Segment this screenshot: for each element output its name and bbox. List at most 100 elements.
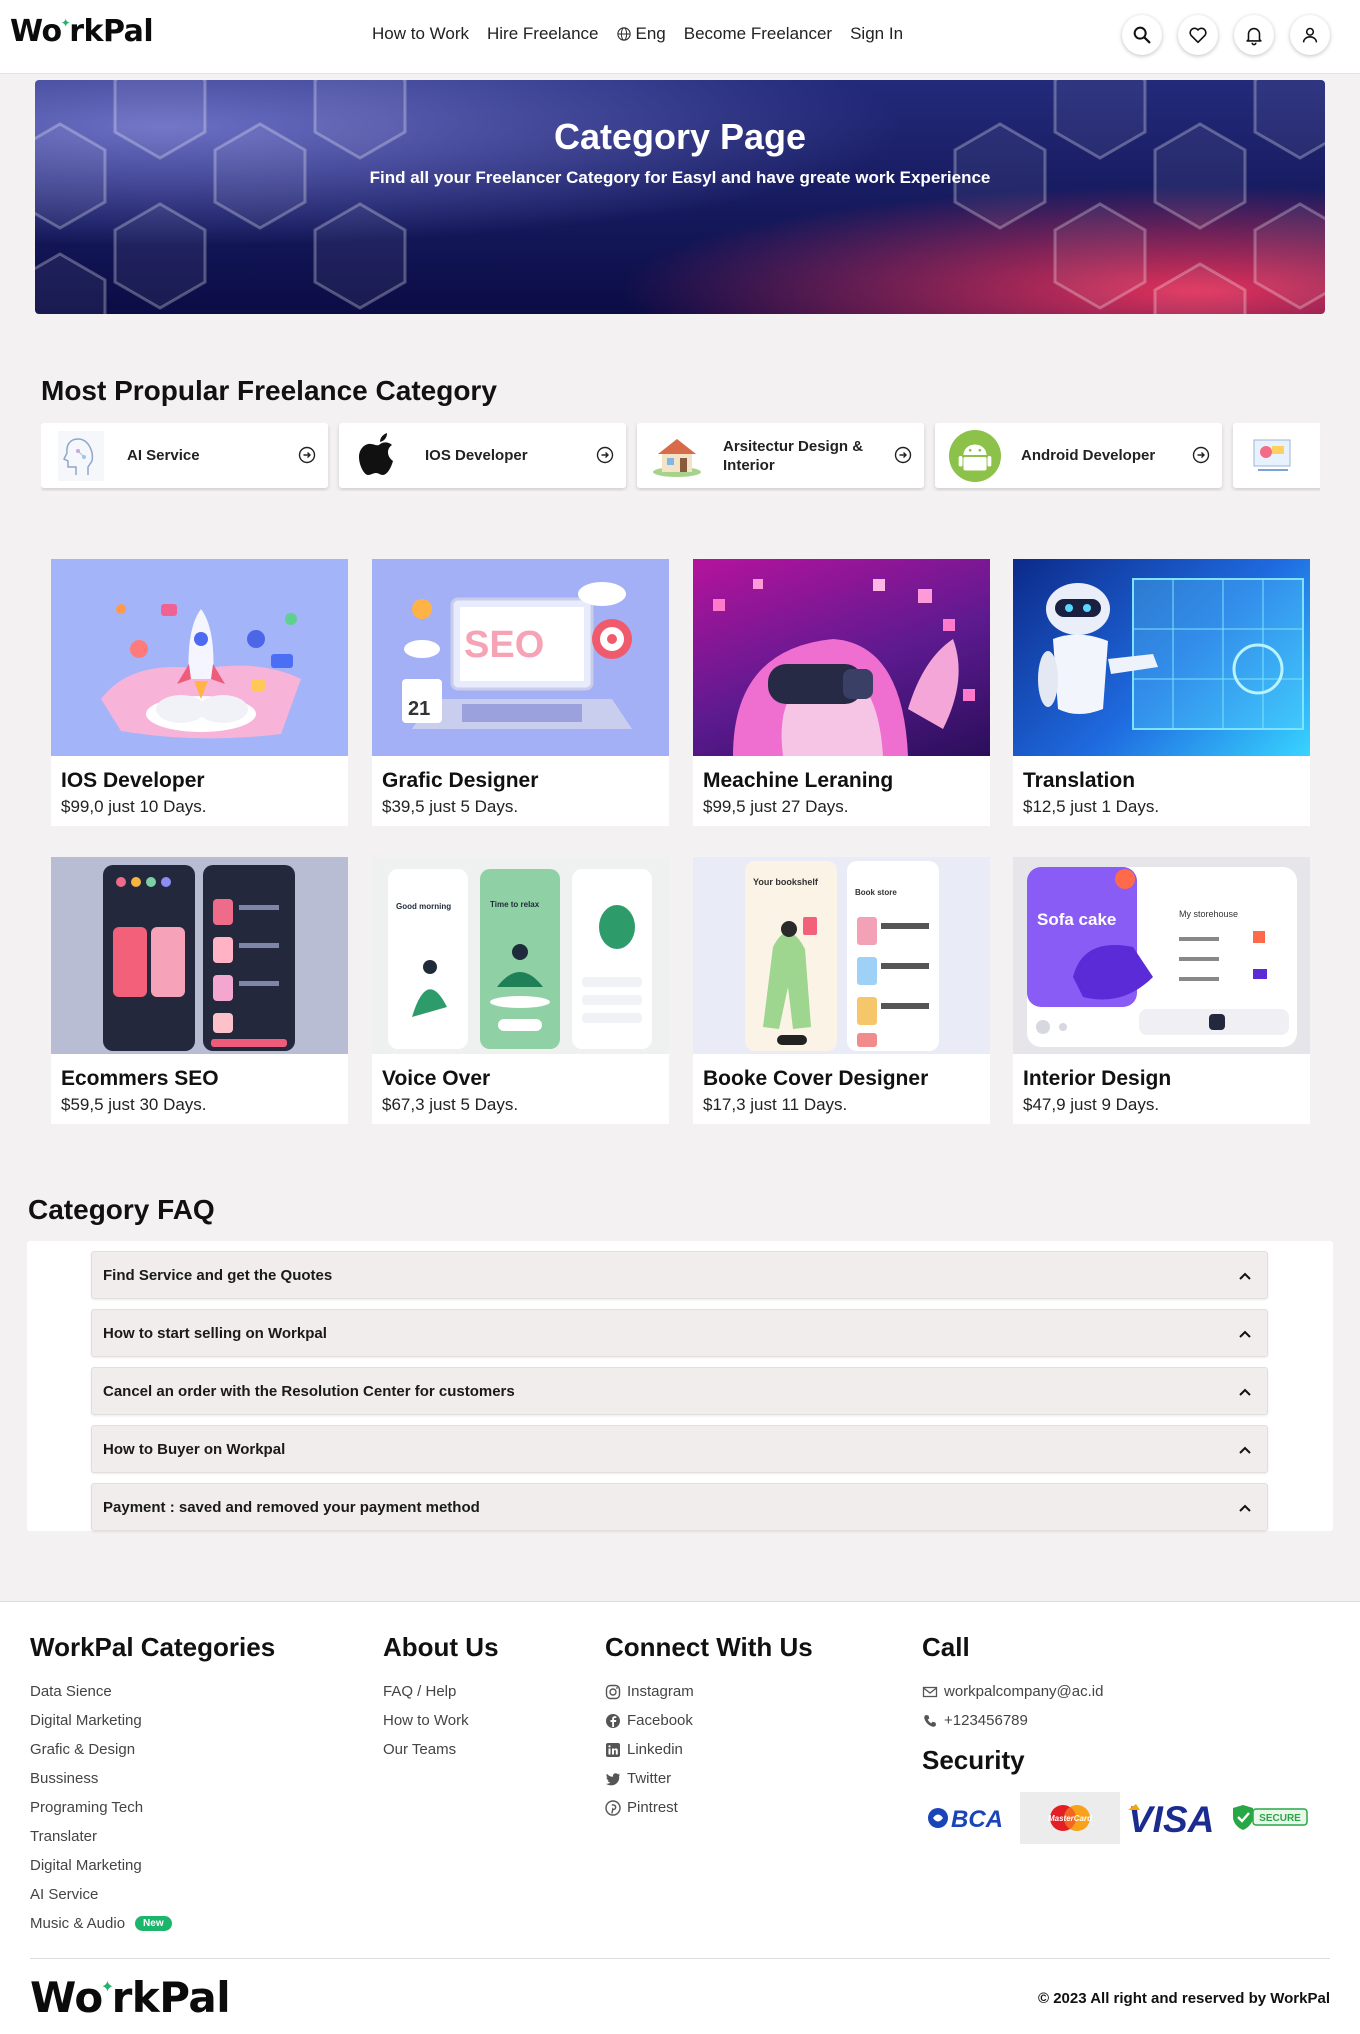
footer-divider — [30, 1958, 1330, 1959]
faq-question: How to start selling on Workpal — [103, 1325, 327, 1342]
service-card[interactable]: IOS Developer $99,0 just 10 Days. — [51, 559, 348, 826]
social-label: Facebook — [627, 1712, 693, 1729]
footer-about-link[interactable]: Our Teams — [383, 1735, 499, 1764]
bca-logo: BCA — [920, 1793, 1020, 1843]
footer-about-link[interactable]: FAQ / Help — [383, 1677, 499, 1706]
calendar-day-text: 21 — [408, 698, 430, 720]
globe-icon — [616, 27, 631, 41]
faq-item[interactable]: Find Service and get the Quotes — [91, 1251, 1268, 1299]
footer-about-title: About Us — [383, 1632, 499, 1662]
service-card[interactable]: SEO 21 Grafic Designer $39,5 just 5 Days… — [372, 559, 669, 826]
footer-category-link[interactable]: Bussiness — [30, 1764, 275, 1793]
service-image-ecommerce — [51, 857, 348, 1054]
footer-category-label: Music & Audio — [30, 1915, 126, 1932]
footer-email-link[interactable]: workpalcompany@ac.id — [922, 1677, 1103, 1706]
popular-card-label: AI Service — [127, 447, 200, 464]
service-card[interactable]: Sofa cake My storehouse Interior Design … — [1013, 857, 1310, 1124]
nav-sign-in[interactable]: Sign In — [850, 24, 903, 44]
popular-card-label: IOS Developer — [425, 447, 528, 464]
footer-social-pinterest[interactable]: Pintrest — [605, 1793, 813, 1822]
main-nav: How to Work Hire Freelance Eng Become Fr… — [372, 24, 903, 44]
visa-logo: VISA — [1120, 1793, 1224, 1843]
popular-card-design[interactable] — [1233, 423, 1320, 488]
footer-category-link[interactable]: AI Service — [30, 1880, 275, 1909]
footer-category-link[interactable]: Digital Marketing — [30, 1851, 275, 1880]
hero-subtitle: Find all your Freelancer Category for Ea… — [369, 168, 991, 187]
nav-become-freelancer[interactable]: Become Freelancer — [684, 24, 832, 44]
linkedin-icon — [606, 1742, 620, 1757]
faq-item[interactable]: Payment : saved and removed your payment… — [91, 1483, 1268, 1531]
footer-category-link-music[interactable]: Music & Audio New — [30, 1909, 275, 1938]
service-image-graphic: SEO 21 — [372, 559, 669, 756]
service-image-book: Your bookshelf Book store — [693, 857, 990, 1054]
service-card[interactable]: Good morning Time to relax Voice Over $6… — [372, 857, 669, 1124]
popular-card-label: Android Developer — [1021, 447, 1156, 464]
footer-about: About Us FAQ / Help How to Work Our Team… — [383, 1632, 499, 1764]
visa-text: VISA — [1128, 1800, 1214, 1836]
service-price: $99,0 just 10 Days. — [61, 797, 207, 816]
service-card[interactable]: Your bookshelf Book store Booke Cover De… — [693, 857, 990, 1124]
nav-language[interactable]: Eng — [616, 24, 666, 44]
popular-card-ios-developer[interactable]: IOS Developer — [339, 423, 626, 488]
mastercard-logo: MasterCard — [1020, 1792, 1120, 1844]
secure-badge: SECURE — [1224, 1793, 1314, 1843]
chevron-up-icon — [1239, 1504, 1251, 1512]
faq-item[interactable]: How to Buyer on Workpal — [91, 1425, 1268, 1473]
footer-about-link[interactable]: How to Work — [383, 1706, 499, 1735]
footer-category-link[interactable]: Data Sience — [30, 1677, 275, 1706]
arrow-right-circle-icon — [298, 446, 316, 464]
profile-button[interactable] — [1290, 15, 1330, 55]
faq-item[interactable]: Cancel an order with the Resolution Cent… — [91, 1367, 1268, 1415]
app-sofa-text: Sofa cake — [1037, 910, 1116, 929]
service-title: Ecommers SEO — [61, 1067, 219, 1090]
workpal-logo[interactable]: Wo✦rkPal — [10, 14, 154, 49]
arrow-right-circle-icon — [1192, 446, 1210, 464]
popular-section-title: Most Propular Freelance Category — [41, 375, 497, 406]
service-card[interactable]: Ecommers SEO $59,5 just 30 Days. — [51, 857, 348, 1124]
footer-category-link[interactable]: Programing Tech — [30, 1793, 275, 1822]
nav-hire-freelance[interactable]: Hire Freelance — [487, 24, 599, 44]
faq-panel: Find Service and get the Quotes How to s… — [27, 1241, 1333, 1531]
footer-security-title: Security — [922, 1745, 1025, 1775]
faq-question: Cancel an order with the Resolution Cent… — [103, 1383, 515, 1400]
service-price: $59,5 just 30 Days. — [61, 1095, 207, 1114]
wishlist-button[interactable] — [1178, 15, 1218, 55]
footer-logo[interactable]: Wo✦rkPal — [30, 1973, 231, 2022]
service-title: Translation — [1023, 769, 1136, 792]
popular-category-carousel: AI Service IOS Developer Arsitectur Desi… — [41, 423, 1320, 491]
chevron-up-icon — [1239, 1330, 1251, 1338]
footer-social-instagram[interactable]: Instagram — [605, 1677, 813, 1706]
popular-card-ai-service[interactable]: AI Service — [41, 423, 328, 488]
top-navbar: Wo✦rkPal How to Work Hire Freelance Eng … — [0, 0, 1360, 74]
search-button[interactable] — [1122, 15, 1162, 55]
popular-card-architecture[interactable]: Arsitectur Design & Interior — [637, 423, 924, 488]
bca-text: BCA — [951, 1806, 1003, 1833]
service-card[interactable]: Translation $12,5 just 1 Days. — [1013, 559, 1310, 826]
footer-category-link[interactable]: Translater — [30, 1822, 275, 1851]
heart-icon — [1189, 27, 1207, 44]
footer-social-linkedin[interactable]: Linkedin — [605, 1735, 813, 1764]
site-footer: WorkPal Categories Data Sience Digital M… — [0, 1601, 1360, 2034]
footer-social-twitter[interactable]: Twitter — [605, 1764, 813, 1793]
service-title: Voice Over — [382, 1067, 491, 1090]
footer-category-link[interactable]: Digital Marketing — [30, 1706, 275, 1735]
footer-categories-title: WorkPal Categories — [30, 1632, 276, 1662]
service-card[interactable]: Meachine Leraning $99,5 just 27 Days. — [693, 559, 990, 826]
service-title: Grafic Designer — [382, 769, 539, 792]
faq-item[interactable]: How to start selling on Workpal — [91, 1309, 1268, 1357]
secure-text: SECURE — [1259, 1813, 1301, 1824]
notifications-button[interactable] — [1234, 15, 1274, 55]
new-badge: New — [135, 1916, 172, 1931]
mastercard-text: MasterCard — [1048, 1814, 1093, 1823]
footer-category-link[interactable]: Grafic & Design — [30, 1735, 275, 1764]
popular-card-android-developer[interactable]: Android Developer — [935, 423, 1222, 488]
nav-how-to-work[interactable]: How to Work — [372, 24, 469, 44]
faq-question: Find Service and get the Quotes — [103, 1267, 333, 1284]
hero-title: Category Page — [553, 116, 807, 157]
footer-social-facebook[interactable]: Facebook — [605, 1706, 813, 1735]
copyright: © 2023 All right and reserved by WorkPal — [1038, 1990, 1330, 2007]
faq-question: How to Buyer on Workpal — [103, 1441, 286, 1458]
payment-logos: BCA MasterCard VISA SECURE — [920, 1790, 1320, 1846]
footer-phone-link[interactable]: +123456789 — [922, 1706, 1103, 1735]
phone-icon — [924, 1714, 936, 1727]
